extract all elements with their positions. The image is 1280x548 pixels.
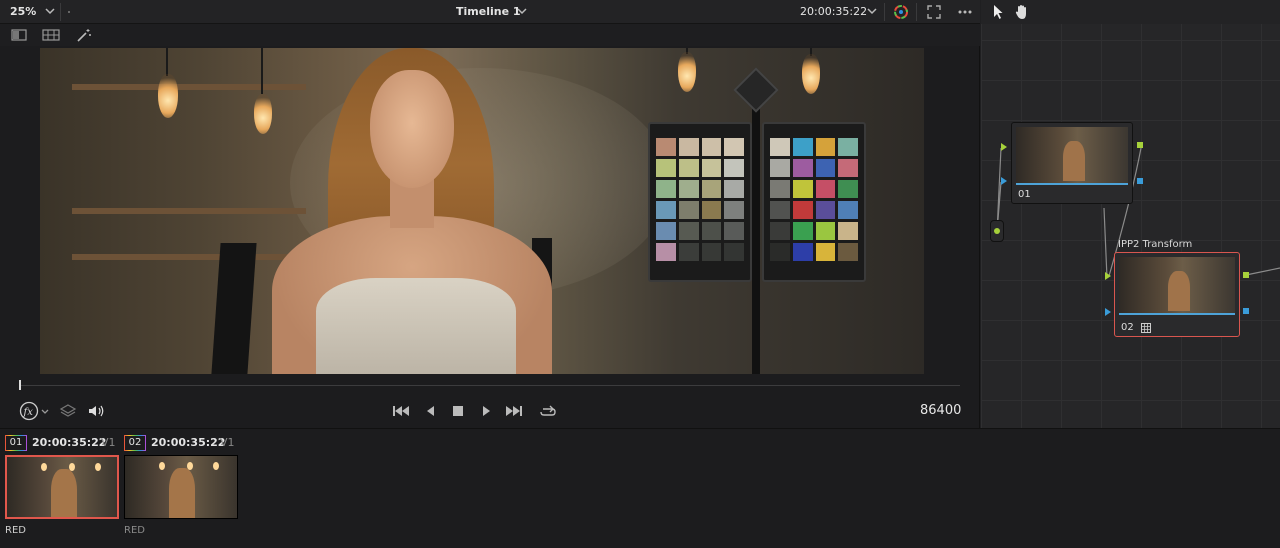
clip-thumbnail[interactable] — [124, 455, 238, 519]
svg-text:fx: fx — [23, 407, 34, 418]
chevron-down-icon[interactable] — [515, 4, 529, 18]
toolbar-divider — [60, 3, 61, 21]
clip-timecode: 20:00:35:22 — [32, 436, 107, 449]
clip-header: 01 20:00:35:22 V1 — [5, 433, 121, 453]
layers-icon[interactable] — [58, 402, 78, 420]
magic-wand-icon[interactable] — [75, 27, 93, 43]
clip-codec: RED — [5, 525, 26, 536]
volume-icon[interactable] — [86, 402, 106, 420]
chair-back — [211, 243, 257, 374]
node-thumbnail — [1016, 127, 1128, 185]
transport-controls: fx 86400 — [0, 398, 980, 426]
zoom-level[interactable]: 25% — [10, 5, 36, 18]
color-chart-right — [762, 122, 866, 282]
rgb-input-port[interactable] — [1105, 272, 1111, 280]
node-connections — [996, 147, 1280, 279]
node-editor[interactable]: 01 IPP2 Transform 02 — [981, 0, 1280, 428]
color-wheel-icon[interactable] — [892, 3, 910, 21]
source-input-node[interactable] — [990, 220, 1004, 242]
color-chart-left — [648, 122, 752, 282]
skip-forward-icon[interactable] — [504, 402, 524, 420]
clip-01[interactable]: 01 20:00:35:22 V1 RED — [5, 433, 121, 536]
light-probe — [733, 67, 779, 113]
timeline-name[interactable]: Timeline 1 — [456, 5, 521, 18]
fx-icon[interactable]: fx — [18, 400, 40, 422]
node-02[interactable]: 02 — [1114, 252, 1240, 337]
viewer-top-bar: 25% Timeline 1 20:00:35:22 — [0, 0, 980, 24]
shelf — [72, 84, 306, 90]
clips-strip: 01 20:00:35:22 V1 RED 02 20:00:35:22 V1 … — [0, 428, 1280, 548]
alpha-output-port[interactable] — [1243, 308, 1249, 314]
lamp-bulb — [158, 74, 178, 118]
node-number: 01 — [1018, 189, 1031, 200]
loop-icon[interactable] — [538, 402, 558, 420]
clip-track: V1 — [220, 436, 235, 449]
playhead[interactable] — [19, 380, 21, 390]
viewer-timecode[interactable]: 20:00:35:22 — [800, 5, 867, 18]
lamp-bulb — [254, 94, 272, 134]
dot-icon — [68, 11, 70, 13]
node-number: 02 — [1121, 322, 1134, 333]
node-thumbnail — [1119, 257, 1235, 315]
chart-stand — [752, 108, 760, 374]
expand-icon[interactable] — [925, 3, 943, 21]
viewer-tool-row — [0, 24, 980, 46]
shelf — [72, 208, 306, 214]
clip-02[interactable]: 02 20:00:35:22 V1 RED — [124, 433, 240, 536]
toolbar-divider — [916, 3, 917, 21]
lamp-cord — [261, 48, 263, 94]
node-label[interactable]: IPP2 Transform — [1118, 239, 1192, 250]
alpha-output-port[interactable] — [1137, 178, 1143, 184]
play-icon[interactable] — [476, 402, 496, 420]
toolbar-divider — [884, 3, 885, 21]
rgb-output-port[interactable] — [1137, 142, 1143, 148]
stop-icon[interactable] — [448, 402, 468, 420]
lamp-bulb — [802, 54, 820, 94]
timeline-scrubber[interactable] — [20, 385, 960, 386]
rgb-port[interactable] — [994, 228, 1000, 234]
lamp-bulb — [678, 52, 696, 92]
chevron-down-icon[interactable] — [865, 4, 879, 18]
video-frame[interactable] — [40, 48, 924, 374]
frame-counter: 86400 — [920, 403, 962, 418]
lut-grid-icon — [1141, 323, 1151, 333]
grid-view-icon[interactable] — [42, 27, 60, 43]
clip-timecode: 20:00:35:22 — [151, 436, 226, 449]
clip-number: 01 — [5, 435, 27, 451]
rgb-output-port[interactable] — [1243, 272, 1249, 278]
step-back-icon[interactable] — [421, 402, 441, 420]
shelf — [72, 254, 306, 260]
lamp-cord — [166, 48, 168, 76]
clip-track: V1 — [101, 436, 116, 449]
clip-number: 02 — [124, 435, 146, 451]
ellipsis-icon[interactable] — [956, 3, 974, 21]
subject-top — [316, 278, 516, 374]
rgb-input-port[interactable] — [1001, 143, 1007, 151]
chevron-down-icon[interactable] — [43, 4, 57, 18]
clip-codec: RED — [124, 525, 145, 536]
alpha-input-port[interactable] — [1001, 177, 1007, 185]
split-view-icon[interactable] — [10, 27, 28, 43]
subject-face — [370, 70, 454, 188]
chevron-down-icon[interactable] — [40, 402, 50, 420]
clip-thumbnail[interactable] — [5, 455, 119, 519]
alpha-input-port[interactable] — [1105, 308, 1111, 316]
node-01[interactable]: 01 — [1011, 122, 1133, 204]
viewer-panel: 25% Timeline 1 20:00:35:22 fx 86400 — [0, 0, 980, 428]
skip-back-icon[interactable] — [391, 402, 411, 420]
clip-header: 02 20:00:35:22 V1 — [124, 433, 240, 453]
